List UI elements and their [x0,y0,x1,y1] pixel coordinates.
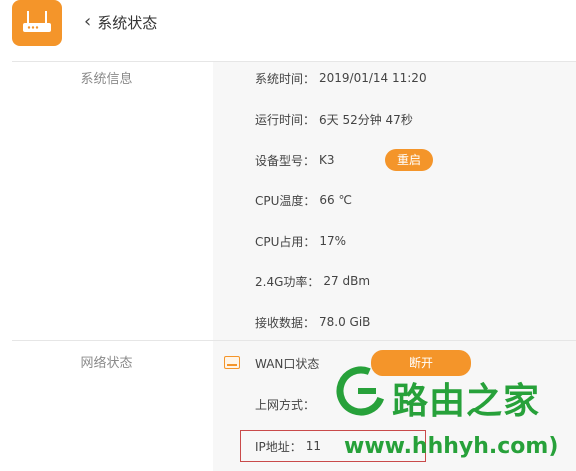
info-value: 66 ℃ [319,193,352,207]
info-key: 2.4G功率： [255,274,320,289]
ip-address-value: 11 [305,439,322,453]
watermark-logo-icon [336,366,386,416]
chevron-left-icon: ‹ [84,11,92,32]
ip-address-label: IP地址： [255,439,302,454]
info-row-2g-power: 2.4G功率： 27 dBm [213,261,576,301]
section-label-system-info: 系统信息 [80,72,133,87]
info-row-received-data: 接收数据： 78.0 GiB [213,302,576,342]
info-value: K3 [319,153,335,167]
section-label-column [0,62,213,471]
reboot-button[interactable]: 重启 [385,149,433,171]
wan-status-label: WAN口状态 [255,356,320,371]
info-key: 接收数据： [255,315,316,330]
page-title: 系统状态 [97,13,158,32]
watermark-brand: 路由之家 [392,381,541,422]
info-value: 27 dBm [323,274,371,288]
info-value: 6天 52分钟 47秒 [319,112,413,127]
info-key: 运行时间： [255,112,316,127]
info-key: CPU温度： [255,193,316,208]
info-key: CPU占用： [255,234,316,249]
info-key: 系统时间： [255,71,316,86]
back-button[interactable]: ‹ 系统状态 [84,10,157,34]
section-label-network-status: 网络状态 [80,356,133,371]
header-bar: ‹ 系统状态 [0,0,576,52]
info-value: 2019/01/14 11:20 [319,71,427,85]
info-value: 17% [319,234,347,248]
section-divider [12,340,576,341]
info-row-uptime: 运行时间： 6天 52分钟 47秒 [213,99,576,139]
router-icon[interactable] [12,0,62,46]
info-row-cpu-usage: CPU占用： 17% [213,221,576,261]
info-value: 78.0 GiB [319,315,371,329]
info-row-cpu-temp: CPU温度： 66 ℃ [213,180,576,220]
info-key: 设备型号： [255,153,316,168]
watermark-url: www.hhhyh.com) [344,434,559,459]
access-mode-label: 上网方式： [255,397,316,412]
info-row-system-time: 系统时间： 2019/01/14 11:20 [213,58,576,98]
